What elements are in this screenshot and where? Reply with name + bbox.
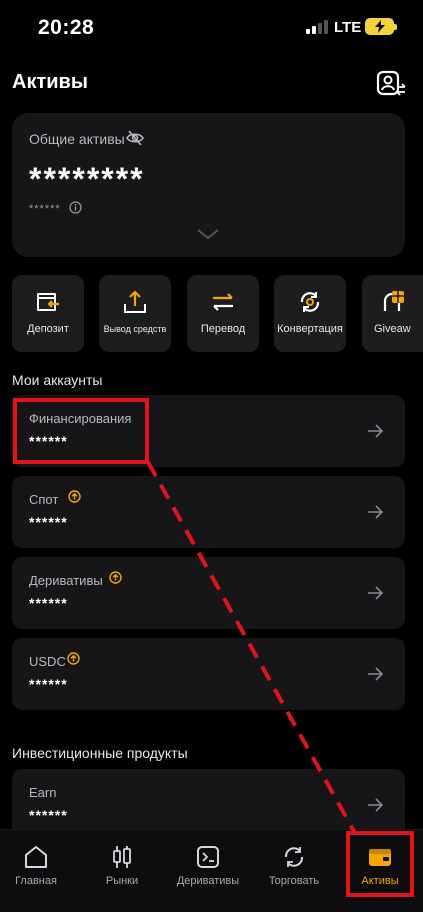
account-spot[interactable]: Спот ****** <box>12 476 405 548</box>
markets-icon <box>113 846 131 868</box>
bottom-nav: Главная Рынки Деривативы Торговать Актив… <box>0 829 423 912</box>
total-assets-label: Общие активы <box>29 131 125 147</box>
nav-markets[interactable]: Рынки <box>80 830 164 912</box>
giveaway-button[interactable]: Giveaw <box>362 275 423 352</box>
account-switch-icon[interactable] <box>376 70 406 98</box>
arrow-right-icon <box>368 505 384 519</box>
deposit-button[interactable]: Депозит <box>12 275 84 352</box>
account-funding[interactable]: Финансирования ****** <box>12 395 405 467</box>
transfer-label: Перевод <box>200 323 246 335</box>
status-bar: 20:28 LTE <box>0 0 423 58</box>
convert-label: Конвертация <box>277 323 343 335</box>
withdraw-button[interactable]: Вывод средств <box>99 275 171 352</box>
account-usdc[interactable]: USDC ****** <box>12 638 405 710</box>
network-label: LTE <box>334 19 362 36</box>
account-name: Earn <box>29 785 57 800</box>
account-value: ****** <box>29 595 68 611</box>
account-value: ****** <box>29 433 68 449</box>
page-title: Активы <box>12 71 88 93</box>
derivatives-icon <box>197 846 219 868</box>
account-name: USDC <box>29 654 66 669</box>
deposit-label: Депозит <box>27 323 69 335</box>
total-assets-card: Общие активы ******** ****** <box>12 113 405 257</box>
account-derivatives[interactable]: Деривативы ****** <box>12 557 405 629</box>
info-icon[interactable] <box>69 201 82 214</box>
investments-section-title: Инвестиционные продукты <box>12 745 188 761</box>
signal-icon <box>306 20 328 34</box>
transfer-button[interactable]: Перевод <box>187 275 259 352</box>
nav-assets[interactable]: Активы <box>338 830 422 912</box>
convert-icon <box>300 292 320 312</box>
arrow-up-circle-icon[interactable] <box>67 652 80 665</box>
nav-assets-label: Активы <box>361 875 399 887</box>
giveaway-label: Giveaw <box>374 323 411 335</box>
arrow-right-icon <box>368 798 384 812</box>
arrow-up-circle-icon[interactable] <box>109 571 122 584</box>
nav-trade[interactable]: Торговать <box>252 830 336 912</box>
trade-icon <box>284 847 304 867</box>
account-value: ****** <box>29 514 68 530</box>
deposit-icon <box>37 293 59 311</box>
eye-off-icon[interactable] <box>126 130 144 146</box>
status-time: 20:28 <box>38 16 95 39</box>
accounts-section-title: Мои аккаунты <box>12 372 103 388</box>
withdraw-label: Вывод средств <box>103 324 167 334</box>
account-value: ****** <box>29 807 68 823</box>
nav-home[interactable]: Главная <box>0 830 78 912</box>
account-name: Финансирования <box>29 411 132 426</box>
total-assets-value: ******** <box>29 161 145 197</box>
giveaway-icon <box>383 291 404 311</box>
home-icon <box>25 846 47 868</box>
nav-home-label: Главная <box>15 875 57 887</box>
arrow-right-icon <box>368 424 384 438</box>
arrow-right-icon <box>368 586 384 600</box>
account-name: Деривативы <box>29 573 103 588</box>
nav-markets-label: Рынки <box>105 875 139 887</box>
arrow-right-icon <box>368 667 384 681</box>
withdraw-icon <box>124 290 146 313</box>
wallet-icon <box>369 849 391 866</box>
nav-derivatives[interactable]: Деривативы <box>166 830 250 912</box>
battery-icon <box>365 18 397 35</box>
arrow-up-circle-icon[interactable] <box>68 490 81 503</box>
nav-derivatives-label: Деривативы <box>176 875 240 887</box>
nav-trade-label: Торговать <box>268 875 320 887</box>
convert-button[interactable]: Конвертация <box>274 275 346 352</box>
total-assets-sub: ****** <box>29 203 61 215</box>
account-value: ****** <box>29 676 68 692</box>
account-name: Спот <box>29 492 59 507</box>
transfer-icon <box>213 293 233 311</box>
chevron-down-icon[interactable] <box>196 227 220 241</box>
